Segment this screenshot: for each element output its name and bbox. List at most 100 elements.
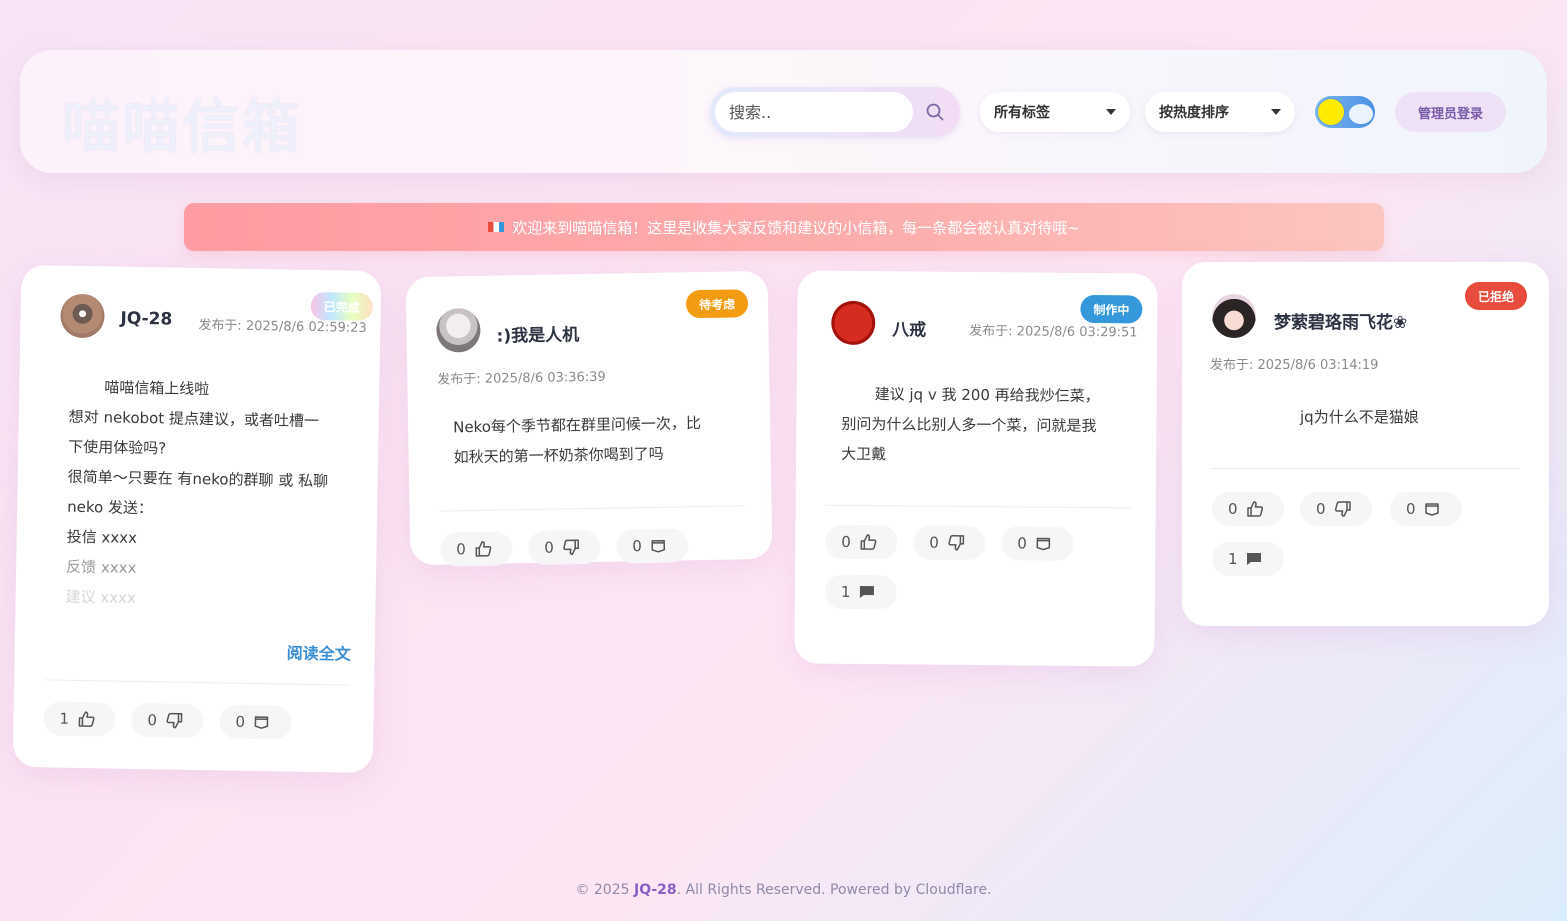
- author-name[interactable]: 梦萦碧珞雨飞花❀: [1274, 308, 1407, 333]
- avatar[interactable]: [60, 293, 105, 339]
- letter-card[interactable]: 八戒 发布于: 2025/8/6 03:29:51 制作中 建议 jq v 我 …: [794, 270, 1158, 667]
- like-count: 1: [59, 709, 70, 728]
- divider: [1210, 468, 1520, 469]
- letter-line: 想对 nekobot 提点建议，或者吐槽一: [68, 407, 320, 431]
- top-header: 喵喵信箱 所有标签 按热度排序 管理员登录: [20, 50, 1547, 173]
- like-count: 0: [456, 540, 466, 559]
- letter-line: 如秋天的第一杯奶茶你喝到了吗: [453, 444, 664, 467]
- chevron-down-icon: [1271, 109, 1281, 115]
- comment-count: 1: [1228, 550, 1238, 568]
- dislike-count: 0: [147, 711, 158, 730]
- like-button[interactable]: 0: [439, 531, 513, 567]
- letter-line: 别问为什么比别人多一个菜，问就是我: [841, 414, 1097, 436]
- read-more-link[interactable]: 阅读全文: [286, 640, 351, 665]
- comment-icon: [859, 585, 874, 598]
- letter-line: 很简单～只要在 有neko的群聊 或 私聊: [67, 467, 329, 491]
- footer-owner-link[interactable]: JQ-28: [634, 882, 677, 898]
- thumbs-up-icon: [78, 711, 95, 727]
- admin-login-button[interactable]: 管理员登录: [1395, 92, 1506, 132]
- comment-button[interactable]: 1: [1212, 542, 1284, 576]
- favorite-count: 0: [1406, 500, 1416, 518]
- comment-count: 1: [840, 582, 851, 601]
- letter-line: 建议 jq v 我 200 再给我炒仨菜，: [874, 385, 1100, 406]
- comment-button[interactable]: 1: [824, 574, 898, 610]
- author-name[interactable]: JQ-28: [120, 309, 172, 330]
- favorite-count: 0: [235, 712, 246, 731]
- like-count: 0: [841, 532, 851, 551]
- footer: © 2025 JQ-28. All Rights Reserved. Power…: [0, 882, 1567, 898]
- letter-line: 下使用体验吗?: [68, 437, 167, 458]
- thumbs-up-icon: [475, 541, 491, 557]
- dislike-button[interactable]: 0: [131, 702, 204, 739]
- favorite-count: 0: [1017, 534, 1027, 553]
- bookmark-icon: [1424, 503, 1439, 516]
- tag-filter-value: 所有标签: [994, 105, 1050, 121]
- sun-icon: [1318, 99, 1344, 125]
- letter-card[interactable]: 梦萦碧珞雨飞花❀ 发布于: 2025/8/6 03:14:19 已拒绝 jq为什…: [1182, 262, 1549, 626]
- dislike-count: 0: [1316, 500, 1326, 518]
- dislike-button[interactable]: 0: [527, 529, 601, 566]
- letter-line: 大卫戴: [841, 444, 887, 464]
- cloud-icon: [1349, 104, 1373, 124]
- dislike-button[interactable]: 0: [913, 525, 986, 561]
- chevron-down-icon: [1106, 109, 1116, 115]
- avatar[interactable]: [436, 307, 481, 353]
- thumbs-down-icon: [1334, 501, 1351, 517]
- letter-line: 投信 xxxx: [66, 527, 138, 547]
- search-icon: [926, 103, 944, 121]
- thumbs-down-icon: [562, 539, 579, 556]
- letter-card[interactable]: JQ-28 发布于: 2025/8/6 02:59:23 已完成 喵喵信箱上线啦…: [12, 264, 382, 774]
- site-title: 喵喵信箱: [62, 93, 303, 161]
- author-name[interactable]: :)我是人机: [496, 320, 579, 346]
- dislike-count: 0: [929, 533, 939, 552]
- like-button[interactable]: 0: [1212, 492, 1284, 526]
- announcement-text: 欢迎来到喵喵信箱！这里是收集大家反馈和建议的小信箱，每一条都会被认真对待哦~: [512, 218, 1080, 237]
- avatar[interactable]: [831, 300, 876, 346]
- thumbs-up-icon: [1246, 501, 1263, 517]
- search-button[interactable]: [920, 97, 950, 127]
- status-badge: 已拒绝: [1465, 282, 1527, 310]
- footer-prefix: © 2025: [575, 882, 634, 898]
- thumbs-down-icon: [947, 535, 964, 551]
- post-date: 发布于: 2025/8/6 03:36:39: [437, 369, 606, 388]
- letter-line: neko 发送：: [67, 497, 154, 518]
- favorite-button[interactable]: 0: [1390, 492, 1462, 526]
- bookmark-icon: [1036, 537, 1050, 551]
- letter-line: 建议 xxxx: [65, 587, 137, 607]
- dislike-count: 0: [544, 538, 554, 557]
- favorite-button[interactable]: 0: [1001, 526, 1074, 561]
- divider: [44, 679, 350, 686]
- theme-toggle[interactable]: [1315, 96, 1375, 128]
- status-badge: 已完成: [310, 291, 373, 322]
- like-button[interactable]: 0: [825, 524, 898, 560]
- search-bar: [710, 87, 960, 137]
- favorite-count: 0: [632, 537, 642, 556]
- author-name[interactable]: 八戒: [892, 315, 926, 340]
- flag-icon: [488, 220, 505, 234]
- letter-card[interactable]: :)我是人机 发布于: 2025/8/6 03:36:39 待考虑 Neko每个…: [405, 270, 773, 567]
- divider: [825, 504, 1131, 509]
- like-button[interactable]: 1: [43, 701, 116, 737]
- like-count: 0: [1228, 500, 1238, 518]
- letter-line: Neko每个季节都在群里问候一次，比: [452, 414, 702, 437]
- dislike-button[interactable]: 0: [1300, 492, 1372, 526]
- thumbs-up-icon: [860, 534, 876, 550]
- announcement-banner: 欢迎来到喵喵信箱！这里是收集大家反馈和建议的小信箱，每一条都会被认真对待哦~: [184, 203, 1384, 251]
- thumbs-down-icon: [165, 712, 182, 729]
- favorite-button[interactable]: 0: [219, 704, 292, 740]
- avatar[interactable]: [1212, 294, 1256, 338]
- sort-value: 按热度排序: [1159, 105, 1229, 121]
- favorite-button[interactable]: 0: [615, 528, 689, 564]
- comment-icon: [1246, 553, 1261, 565]
- bookmark-icon: [254, 716, 268, 729]
- bookmark-icon: [650, 539, 665, 553]
- letter-line: 喵喵信箱上线啦: [104, 378, 210, 399]
- search-input[interactable]: [715, 92, 913, 132]
- tag-filter-select[interactable]: 所有标签: [980, 92, 1130, 132]
- post-date: 发布于: 2025/8/6 03:14:19: [1210, 358, 1379, 373]
- footer-suffix: . All Rights Reserved. Powered by Cloudf…: [676, 882, 992, 898]
- status-badge: 制作中: [1080, 294, 1143, 324]
- divider: [439, 505, 745, 512]
- status-badge: 待考虑: [685, 289, 749, 319]
- sort-select[interactable]: 按热度排序: [1145, 92, 1295, 132]
